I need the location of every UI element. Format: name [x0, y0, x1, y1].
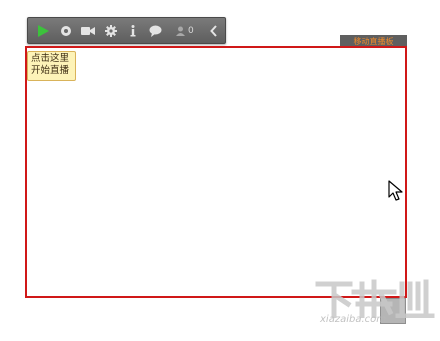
viewer-count-number: 0 — [187, 25, 194, 36]
record-button[interactable] — [55, 17, 78, 44]
camera-icon — [81, 26, 96, 35]
camera-button[interactable] — [77, 17, 100, 44]
settings-button[interactable] — [100, 17, 123, 44]
watermark-logo — [315, 279, 435, 319]
live-video-stage[interactable] — [25, 46, 407, 298]
watermark-text: xiazaiba.com — [320, 314, 386, 325]
chevron-left-icon — [209, 24, 217, 37]
tooltip-line-2: 开始直播 — [31, 65, 70, 76]
chat-icon — [149, 25, 162, 37]
info-button[interactable] — [122, 17, 145, 44]
watermark: xiazaiba.com — [298, 278, 438, 338]
start-live-tooltip: 点击这里 开始直播 — [27, 51, 76, 81]
play-icon — [38, 24, 50, 37]
viewer-count[interactable]: 0 — [167, 17, 202, 44]
collapse-button[interactable] — [202, 17, 225, 44]
mouse-cursor-icon — [388, 180, 403, 201]
record-icon — [60, 25, 71, 36]
info-icon — [130, 24, 136, 36]
live-toolbar: 0 — [27, 17, 226, 44]
chat-button[interactable] — [145, 17, 168, 44]
tooltip-line-1: 点击这里 — [31, 53, 70, 64]
user-icon — [175, 26, 185, 36]
play-button[interactable] — [32, 17, 55, 44]
gear-icon — [104, 24, 117, 37]
